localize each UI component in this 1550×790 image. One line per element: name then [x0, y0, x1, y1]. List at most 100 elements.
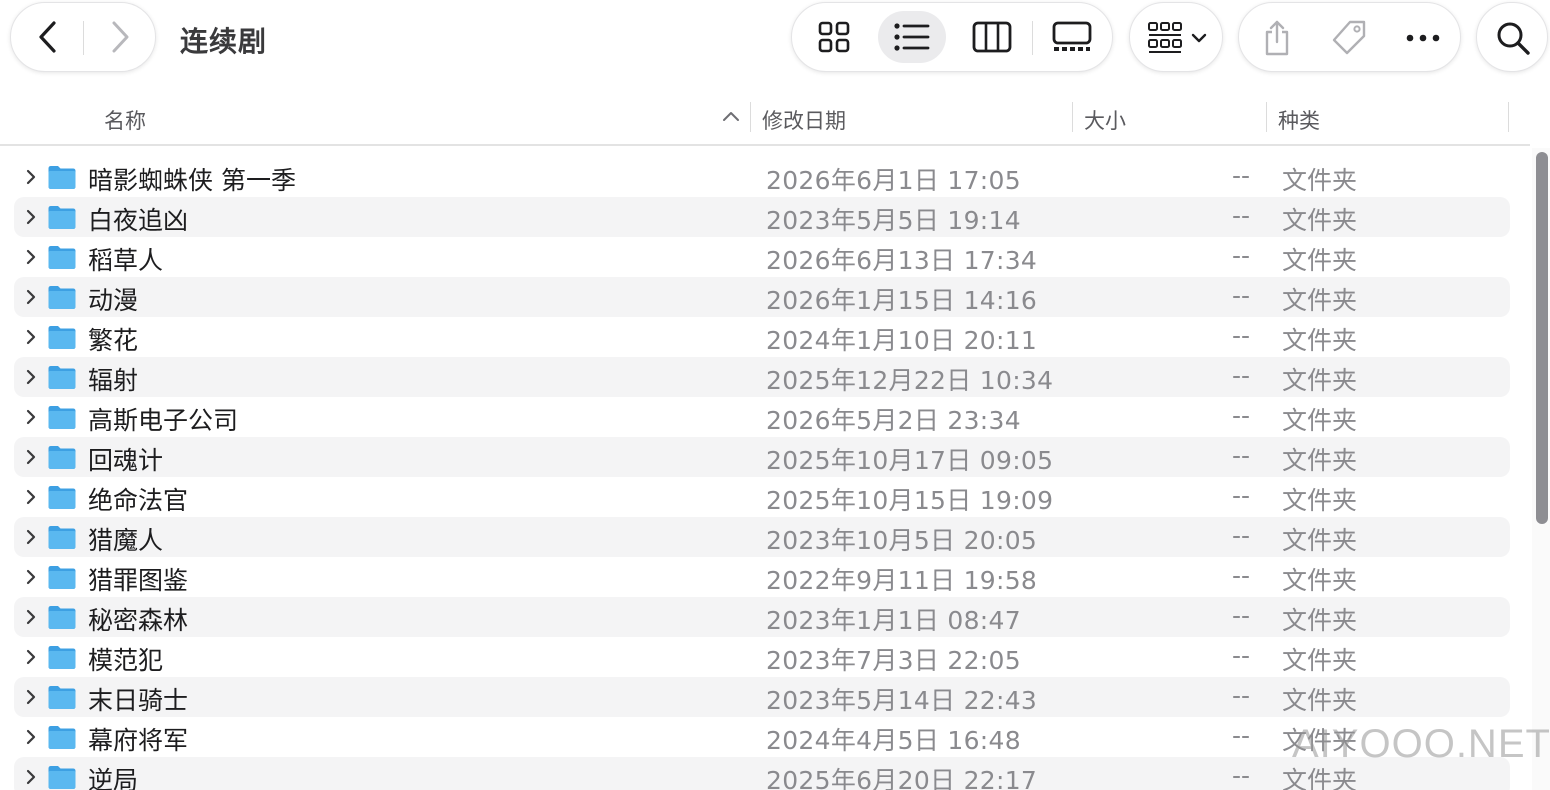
table-row[interactable]: 猎魔人 2023年10月5日 20:05 -- 文件夹 [14, 517, 1510, 557]
toolbar: 连续剧 [0, 0, 1550, 86]
more-icon [1406, 34, 1440, 42]
file-kind: 文件夹 [1282, 366, 1358, 395]
more-button[interactable] [1393, 9, 1453, 67]
file-modified-date: 2026年6月1日 17:05 [766, 166, 1021, 195]
tag-button[interactable] [1319, 9, 1379, 67]
folder-icon [48, 686, 76, 709]
table-row[interactable]: 动漫 2026年1月15日 14:16 -- 文件夹 [14, 277, 1510, 317]
search-button[interactable] [1476, 2, 1548, 72]
table-row[interactable]: 末日骑士 2023年5月14日 22:43 -- 文件夹 [14, 677, 1510, 717]
file-kind: 文件夹 [1282, 246, 1358, 275]
gallery-view-button[interactable] [1038, 11, 1106, 63]
file-size: -- [1232, 521, 1251, 550]
folder-icon [48, 766, 76, 789]
disclosure-chevron-icon[interactable] [22, 648, 40, 666]
folder-icon [48, 486, 76, 509]
column-divider[interactable] [1266, 102, 1267, 132]
group-by-control[interactable] [1138, 9, 1216, 67]
file-name: 幕府将军 [88, 726, 189, 755]
table-row[interactable]: 稻草人 2026年6月13日 17:34 -- 文件夹 [14, 237, 1510, 277]
folder-icon [48, 366, 76, 389]
table-row[interactable]: 高斯电子公司 2026年5月2日 23:34 -- 文件夹 [14, 397, 1510, 437]
disclosure-chevron-icon[interactable] [22, 728, 40, 746]
table-row[interactable]: 模范犯 2023年7月3日 22:05 -- 文件夹 [14, 637, 1510, 677]
file-name: 繁花 [88, 326, 139, 355]
disclosure-chevron-icon[interactable] [22, 448, 40, 466]
column-kind-header[interactable]: 种类 [1278, 105, 1320, 135]
folder-icon [48, 646, 76, 669]
group-by-icon [1148, 22, 1182, 53]
group-by-button[interactable] [1129, 2, 1223, 72]
folder-icon [48, 566, 76, 589]
disclosure-chevron-icon[interactable] [22, 568, 40, 586]
file-modified-date: 2024年1月10日 20:11 [766, 326, 1038, 355]
disclosure-chevron-icon[interactable] [22, 488, 40, 506]
table-row[interactable]: 猎罪图鉴 2022年9月11日 19:58 -- 文件夹 [14, 557, 1510, 597]
column-size-header[interactable]: 大小 [1084, 105, 1126, 135]
disclosure-chevron-icon[interactable] [22, 768, 40, 786]
table-row[interactable]: 繁花 2024年1月10日 20:11 -- 文件夹 [14, 317, 1510, 357]
disclosure-chevron-icon[interactable] [22, 288, 40, 306]
file-size: -- [1232, 681, 1251, 710]
column-divider[interactable] [1508, 102, 1509, 132]
column-modified-header[interactable]: 修改日期 [762, 105, 846, 135]
table-row[interactable]: 回魂计 2025年10月17日 09:05 -- 文件夹 [14, 437, 1510, 477]
back-button[interactable] [15, 3, 81, 71]
table-row[interactable]: 幕府将军 2024年4月5日 16:48 -- 文件夹 [14, 717, 1510, 757]
column-divider[interactable] [750, 102, 751, 132]
share-button[interactable] [1247, 9, 1307, 67]
file-name: 模范犯 [88, 646, 164, 675]
file-size: -- [1232, 361, 1251, 390]
table-row[interactable]: 白夜追凶 2023年5月5日 19:14 -- 文件夹 [14, 197, 1510, 237]
table-row[interactable]: 秘密森林 2023年1月1日 08:47 -- 文件夹 [14, 597, 1510, 637]
file-size: -- [1232, 561, 1251, 590]
file-kind: 文件夹 [1282, 286, 1358, 315]
file-size: -- [1232, 161, 1251, 190]
table-row[interactable]: 暗影蜘蛛侠 第一季 2026年6月1日 17:05 -- 文件夹 [14, 157, 1510, 197]
column-view-icon [972, 21, 1012, 53]
file-name: 猎罪图鉴 [88, 566, 189, 595]
disclosure-chevron-icon[interactable] [22, 408, 40, 426]
column-header: 名称 修改日期 大小 种类 [0, 96, 1530, 146]
folder-icon [48, 606, 76, 629]
icon-view-button[interactable] [800, 11, 868, 63]
file-name: 辐射 [88, 366, 139, 395]
file-modified-date: 2025年10月17日 09:05 [766, 446, 1054, 475]
column-name-header[interactable]: 名称 [104, 105, 146, 135]
sort-ascending-icon[interactable] [722, 110, 740, 122]
navigation-pill [10, 2, 156, 72]
disclosure-chevron-icon[interactable] [22, 248, 40, 266]
file-name: 暗影蜘蛛侠 第一季 [88, 166, 296, 195]
table-row[interactable]: 辐射 2025年12月22日 10:34 -- 文件夹 [14, 357, 1510, 397]
file-modified-date: 2025年10月15日 19:09 [766, 486, 1054, 515]
file-kind: 文件夹 [1282, 686, 1358, 715]
disclosure-chevron-icon[interactable] [22, 328, 40, 346]
scrollbar-thumb[interactable] [1536, 152, 1548, 524]
file-name: 逆局 [88, 766, 139, 790]
actions-pill [1238, 2, 1461, 72]
search-control[interactable] [1483, 9, 1543, 67]
folder-icon [48, 726, 76, 749]
disclosure-chevron-icon[interactable] [22, 688, 40, 706]
forward-button[interactable] [87, 3, 153, 71]
file-kind: 文件夹 [1282, 446, 1358, 475]
gallery-view-icon [1052, 21, 1092, 51]
view-switcher [791, 2, 1113, 72]
disclosure-chevron-icon[interactable] [22, 168, 40, 186]
column-divider[interactable] [1072, 102, 1073, 132]
file-name: 动漫 [88, 286, 139, 315]
file-kind: 文件夹 [1282, 166, 1358, 195]
disclosure-chevron-icon[interactable] [22, 608, 40, 626]
column-view-button[interactable] [958, 11, 1026, 63]
file-kind: 文件夹 [1282, 646, 1358, 675]
share-icon [1265, 20, 1289, 56]
list-view-button[interactable] [878, 11, 946, 63]
table-row[interactable]: 逆局 2025年6月20日 22:17 -- 文件夹 [14, 757, 1510, 790]
list-view-icon [894, 23, 930, 51]
table-row[interactable]: 绝命法官 2025年10月15日 19:09 -- 文件夹 [14, 477, 1510, 517]
disclosure-chevron-icon[interactable] [22, 368, 40, 386]
disclosure-chevron-icon[interactable] [22, 528, 40, 546]
file-kind: 文件夹 [1282, 326, 1358, 355]
disclosure-chevron-icon[interactable] [22, 208, 40, 226]
file-kind: 文件夹 [1282, 526, 1358, 555]
